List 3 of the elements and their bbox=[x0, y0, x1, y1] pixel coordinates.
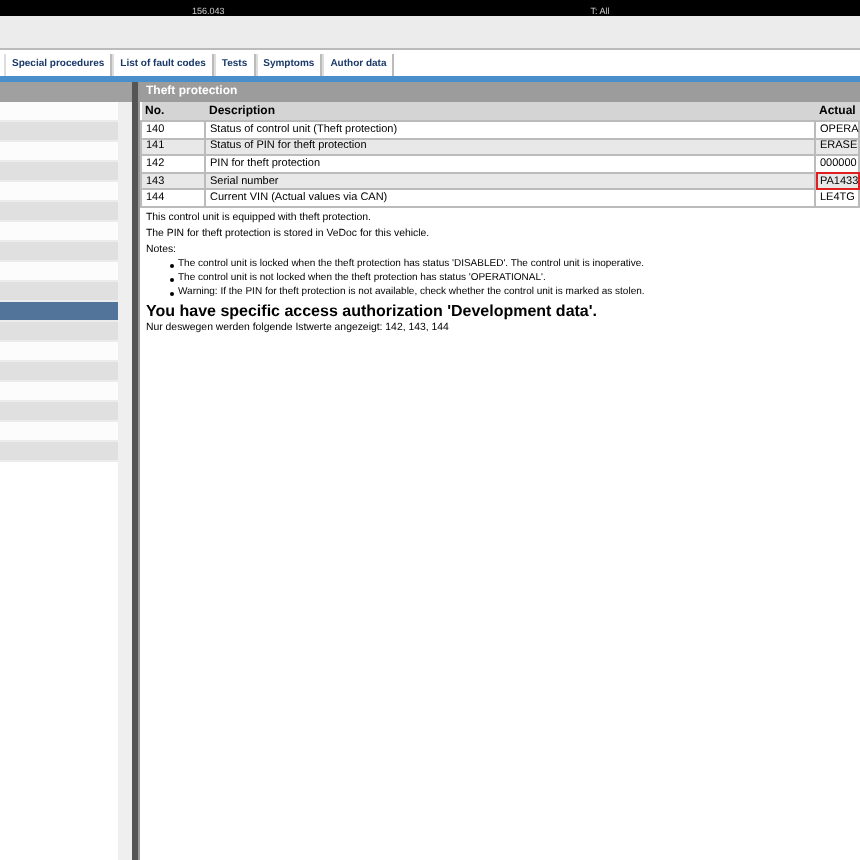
access-heading: You have specific access authorization 'Development data'. bbox=[146, 303, 600, 320]
sidebar-header bbox=[0, 82, 132, 102]
sidebar-item[interactable] bbox=[0, 302, 118, 322]
